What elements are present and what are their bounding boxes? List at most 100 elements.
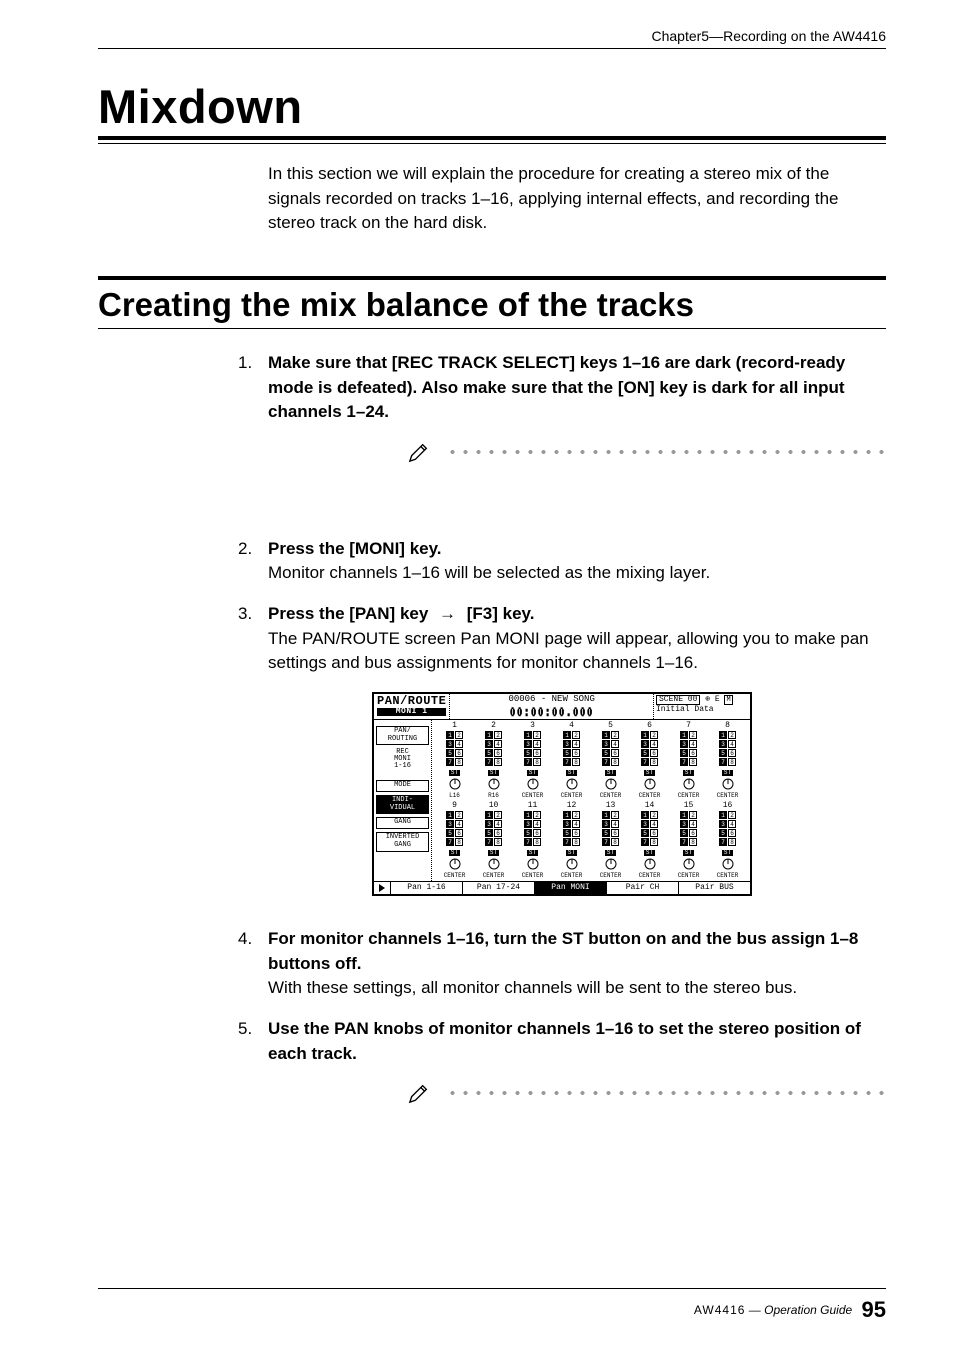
bus-assign-1[interactable]: 1 [719, 811, 727, 819]
bus-assign-2[interactable]: 2 [650, 811, 658, 819]
bus-assign-8[interactable]: 8 [533, 758, 541, 766]
bus-assign-5[interactable]: 5 [641, 749, 649, 757]
bus-assign-5[interactable]: 5 [680, 749, 688, 757]
bus-assign-4[interactable]: 4 [611, 820, 619, 828]
bus-assign-7[interactable]: 7 [524, 838, 532, 846]
bus-assign-2[interactable]: 2 [689, 731, 697, 739]
pan-knob[interactable] [630, 858, 669, 873]
bus-assign-7[interactable]: 7 [680, 838, 688, 846]
bus-assign-3[interactable]: 3 [719, 740, 727, 748]
bus-assign-4[interactable]: 4 [572, 820, 580, 828]
bus-assign-4[interactable]: 4 [533, 820, 541, 828]
bus-assign-3[interactable]: 3 [524, 820, 532, 828]
bus-assign-1[interactable]: 1 [524, 811, 532, 819]
bus-assign-1[interactable]: 1 [563, 731, 571, 739]
bus-assign-8[interactable]: 8 [494, 838, 502, 846]
bus-assign-1[interactable]: 1 [446, 811, 454, 819]
bus-assign-3[interactable]: 3 [719, 820, 727, 828]
st-button[interactable]: ST [566, 850, 577, 856]
bus-assign-7[interactable]: 7 [602, 838, 610, 846]
bus-assign-6[interactable]: 6 [650, 829, 658, 837]
bus-assign-7[interactable]: 7 [446, 838, 454, 846]
bus-assign-4[interactable]: 4 [494, 820, 502, 828]
bus-assign-1[interactable]: 1 [485, 731, 493, 739]
bus-assign-6[interactable]: 6 [611, 829, 619, 837]
bus-assign-7[interactable]: 7 [641, 758, 649, 766]
bus-assign-8[interactable]: 8 [650, 758, 658, 766]
st-button[interactable]: ST [449, 770, 460, 776]
bus-assign-1[interactable]: 1 [641, 811, 649, 819]
bus-assign-2[interactable]: 2 [533, 731, 541, 739]
bus-assign-5[interactable]: 5 [719, 749, 727, 757]
bus-assign-5[interactable]: 5 [719, 829, 727, 837]
bus-assign-7[interactable]: 7 [680, 758, 688, 766]
st-button[interactable]: ST [644, 770, 655, 776]
bus-assign-3[interactable]: 3 [602, 740, 610, 748]
bus-assign-3[interactable]: 3 [680, 740, 688, 748]
pan-knob[interactable] [591, 778, 630, 793]
st-button[interactable]: ST [449, 850, 460, 856]
st-button[interactable]: ST [605, 770, 616, 776]
bus-assign-4[interactable]: 4 [650, 740, 658, 748]
bus-assign-6[interactable]: 6 [455, 749, 463, 757]
pan-knob[interactable] [669, 858, 708, 873]
bus-assign-1[interactable]: 1 [563, 811, 571, 819]
bus-assign-6[interactable]: 6 [455, 829, 463, 837]
bus-assign-5[interactable]: 5 [563, 749, 571, 757]
st-button[interactable]: ST [566, 770, 577, 776]
bus-assign-4[interactable]: 4 [572, 740, 580, 748]
bus-assign-8[interactable]: 8 [455, 758, 463, 766]
bus-assign-8[interactable]: 8 [650, 838, 658, 846]
bus-assign-5[interactable]: 5 [524, 829, 532, 837]
bus-assign-3[interactable]: 3 [641, 740, 649, 748]
bus-assign-1[interactable]: 1 [524, 731, 532, 739]
bus-assign-7[interactable]: 7 [524, 758, 532, 766]
bus-assign-2[interactable]: 2 [455, 811, 463, 819]
inverted-gang-button[interactable]: INVERTEDGANG [376, 832, 429, 851]
bus-assign-2[interactable]: 2 [611, 731, 619, 739]
bus-assign-6[interactable]: 6 [689, 829, 697, 837]
bus-assign-2[interactable]: 2 [533, 811, 541, 819]
bus-assign-8[interactable]: 8 [611, 838, 619, 846]
bus-assign-8[interactable]: 8 [728, 838, 736, 846]
bus-assign-8[interactable]: 8 [572, 758, 580, 766]
bus-assign-6[interactable]: 6 [611, 749, 619, 757]
bus-assign-2[interactable]: 2 [572, 811, 580, 819]
bus-assign-4[interactable]: 4 [689, 820, 697, 828]
tab-pair-bus[interactable]: Pair BUS [679, 882, 750, 894]
bus-assign-8[interactable]: 8 [494, 758, 502, 766]
bus-assign-6[interactable]: 6 [494, 749, 502, 757]
pan-knob[interactable] [435, 778, 474, 793]
bus-assign-7[interactable]: 7 [446, 758, 454, 766]
bus-assign-7[interactable]: 7 [485, 838, 493, 846]
tab-pan-17-24[interactable]: Pan 17-24 [463, 882, 535, 894]
bus-assign-1[interactable]: 1 [485, 811, 493, 819]
bus-assign-2[interactable]: 2 [611, 811, 619, 819]
bus-assign-1[interactable]: 1 [719, 731, 727, 739]
bus-assign-4[interactable]: 4 [689, 740, 697, 748]
tab-pan-1-16[interactable]: Pan 1-16 [391, 882, 463, 894]
pan-knob[interactable] [708, 858, 747, 873]
bus-assign-6[interactable]: 6 [728, 749, 736, 757]
bus-assign-2[interactable]: 2 [572, 731, 580, 739]
bus-assign-6[interactable]: 6 [494, 829, 502, 837]
tab-pan-moni[interactable]: Pan MONI [535, 882, 607, 894]
bus-assign-2[interactable]: 2 [689, 811, 697, 819]
st-button[interactable]: ST [644, 850, 655, 856]
bus-assign-6[interactable]: 6 [533, 829, 541, 837]
gang-button[interactable]: GANG [376, 817, 429, 829]
bus-assign-1[interactable]: 1 [446, 731, 454, 739]
pan-knob[interactable] [513, 858, 552, 873]
bus-assign-6[interactable]: 6 [728, 829, 736, 837]
bus-assign-5[interactable]: 5 [446, 749, 454, 757]
pan-knob[interactable] [513, 778, 552, 793]
bus-assign-2[interactable]: 2 [728, 731, 736, 739]
bus-assign-2[interactable]: 2 [494, 811, 502, 819]
st-button[interactable]: ST [605, 850, 616, 856]
bus-assign-2[interactable]: 2 [455, 731, 463, 739]
pan-knob[interactable] [474, 858, 513, 873]
bus-assign-6[interactable]: 6 [572, 829, 580, 837]
bus-assign-4[interactable]: 4 [455, 820, 463, 828]
bus-assign-2[interactable]: 2 [650, 731, 658, 739]
bus-assign-7[interactable]: 7 [719, 758, 727, 766]
